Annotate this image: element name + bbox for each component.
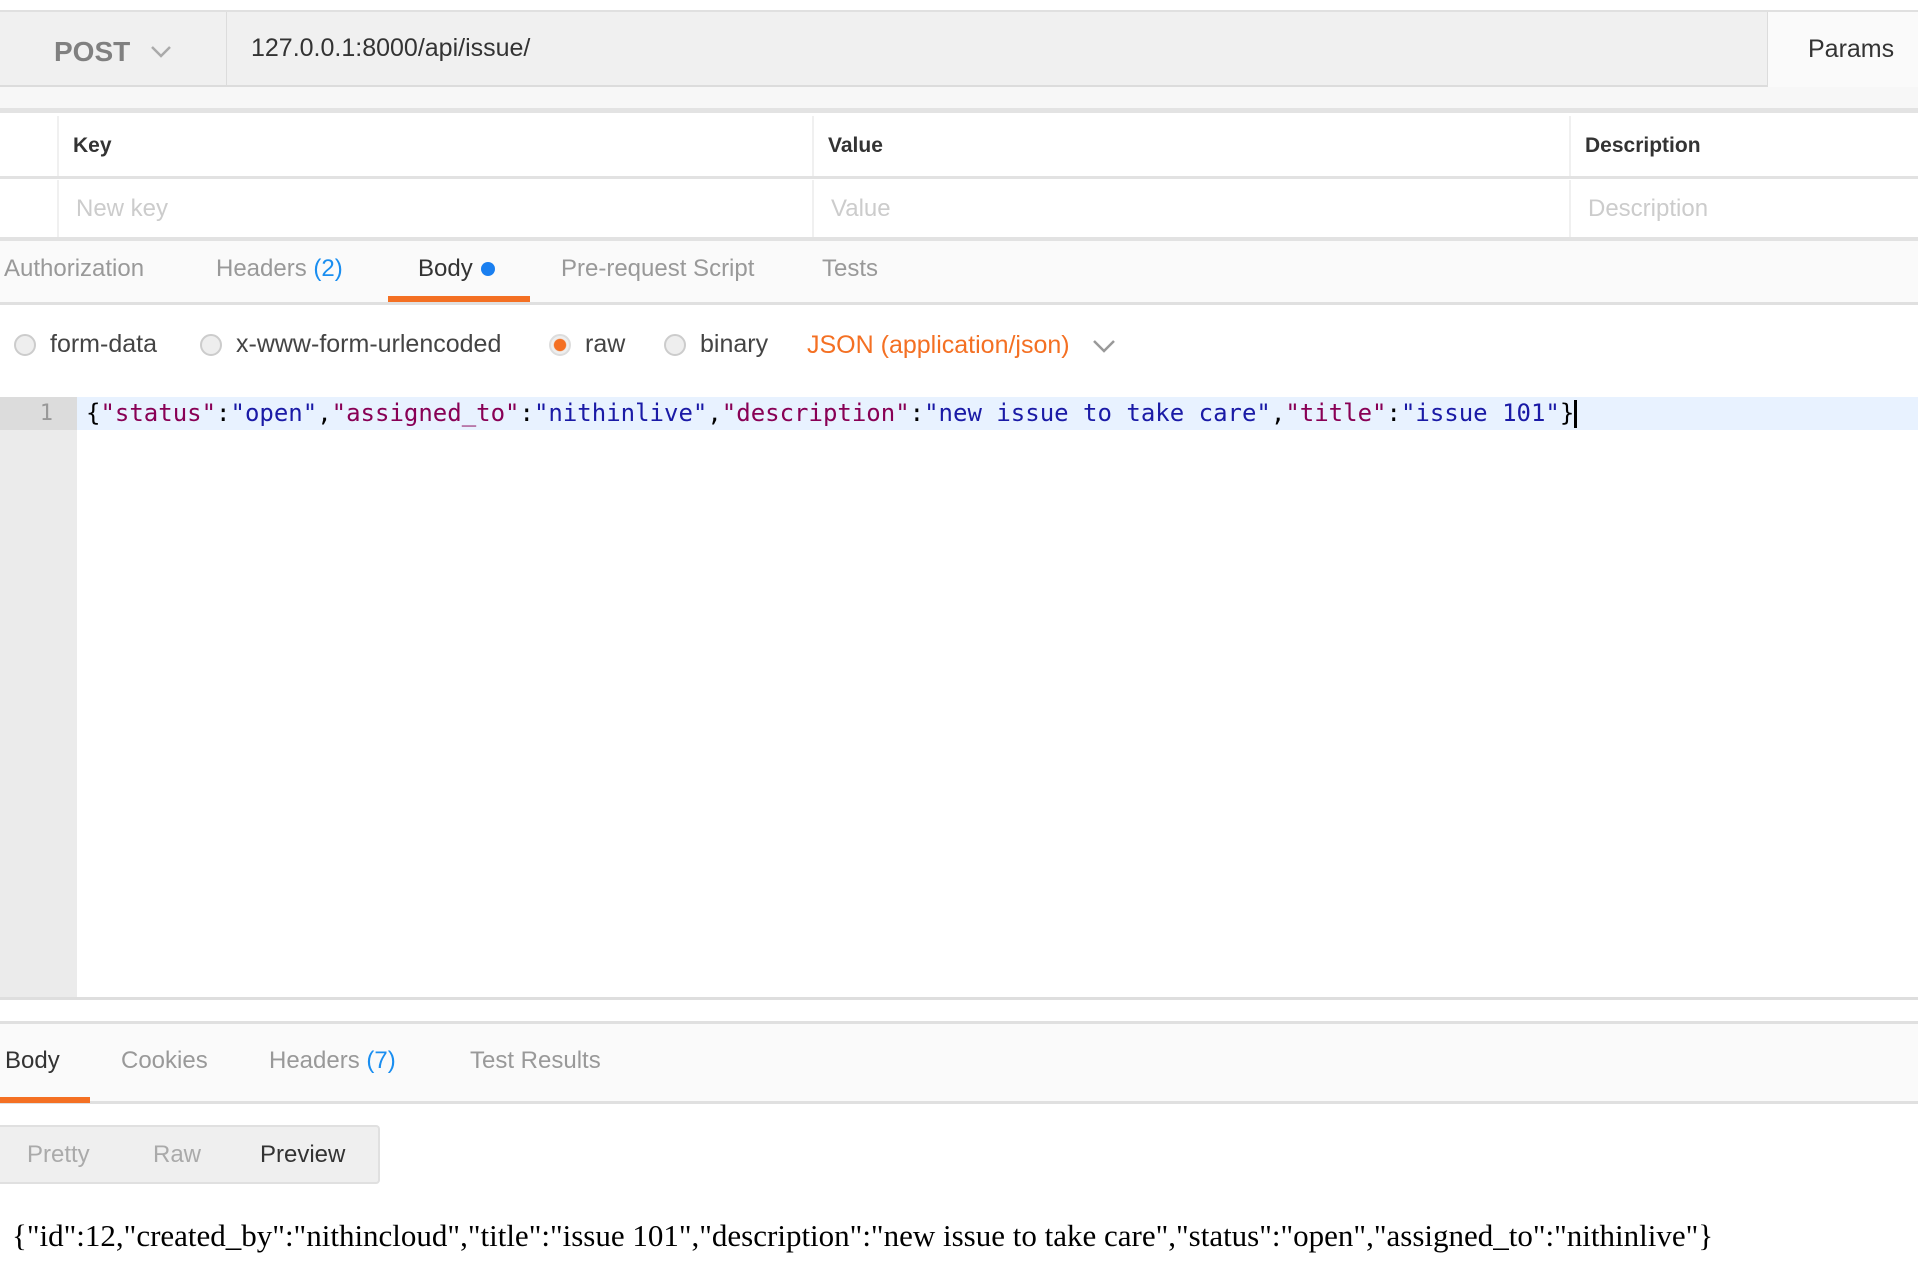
json-punctuation: : (909, 399, 925, 427)
content-type-label: JSON (application/json) (807, 331, 1070, 359)
divider (0, 87, 1918, 113)
params-button[interactable]: Params (1767, 12, 1918, 87)
radio-selected-icon (549, 333, 571, 356)
method-label: POST (54, 36, 131, 67)
radio-label: x-www-form-urlencoded (236, 330, 502, 358)
view-mode-toggle: Pretty Raw Preview (0, 1125, 380, 1184)
radio-label: raw (585, 330, 626, 358)
code-editor[interactable]: 1 {"status":"open","assigned_to":"nithin… (0, 397, 1918, 1000)
value-input[interactable]: Value (812, 180, 1569, 237)
tab-headers[interactable]: Headers (2) (216, 255, 343, 283)
tab-label: Headers (216, 255, 307, 282)
response-tab-body[interactable]: Body (5, 1047, 60, 1075)
line-gutter (0, 397, 77, 997)
json-string: "nithinlive" (533, 399, 708, 427)
tab-label: Tests (822, 255, 879, 282)
response-tabs: Body Cookies Headers (7) Test Results (0, 1021, 1918, 1104)
view-pretty-button[interactable]: Pretty (27, 1141, 90, 1169)
params-new-row: New key Value Description (0, 180, 1918, 241)
tab-label: Headers (269, 1047, 360, 1074)
code-text: {"status":"open","assigned_to":"nithinli… (86, 399, 1574, 427)
json-punctuation: , (1270, 399, 1286, 427)
tab-tests[interactable]: Tests (822, 255, 878, 283)
radio-icon (200, 333, 222, 356)
json-punctuation: } (1559, 399, 1575, 427)
radio-raw[interactable]: raw (549, 330, 625, 359)
radio-icon (664, 333, 686, 356)
response-tab-cookies[interactable]: Cookies (121, 1047, 208, 1075)
value-header: Value (812, 116, 1583, 176)
new-key-input[interactable]: New key (57, 180, 812, 237)
radio-label: form-data (50, 330, 157, 358)
json-string: "open" (230, 399, 318, 427)
headers-count: (2) (313, 255, 343, 282)
tab-body[interactable]: Body (418, 255, 495, 283)
divider (226, 12, 227, 87)
request-bar: POST 127.0.0.1:8000/api/issue/ Params (0, 10, 1918, 87)
radio-x-www-form-urlencoded[interactable]: x-www-form-urlencoded (200, 330, 501, 359)
request-tabs: Authorization Headers (2) Body Pre-reque… (0, 241, 1918, 305)
json-key: "assigned_to" (331, 399, 520, 427)
json-punctuation: : (519, 399, 534, 427)
json-key: "description" (721, 399, 910, 427)
params-header-row: Key Value Description (0, 116, 1918, 179)
json-punctuation: : (1386, 399, 1401, 427)
line-number: 1 (0, 397, 77, 430)
modified-dot-icon (480, 262, 495, 276)
radio-form-data[interactable]: form-data (14, 330, 157, 359)
radio-icon (14, 333, 36, 356)
text-cursor (1574, 400, 1578, 428)
tab-pre-request-script[interactable]: Pre-request Script (561, 255, 754, 283)
description-header: Description (1569, 116, 1918, 176)
active-tab-indicator (0, 1097, 90, 1103)
key-header: Key (57, 116, 826, 176)
headers-count: (7) (366, 1047, 396, 1074)
url-input[interactable]: 127.0.0.1:8000/api/issue/ (251, 34, 530, 63)
tab-label: Body (418, 255, 473, 282)
radio-binary[interactable]: binary (664, 330, 768, 359)
json-punctuation: : (216, 399, 231, 427)
tab-label: Authorization (4, 255, 145, 282)
tab-authorization[interactable]: Authorization (4, 255, 144, 283)
json-punctuation: { (86, 399, 101, 427)
json-punctuation: , (707, 399, 722, 427)
response-tab-headers[interactable]: Headers (7) (269, 1047, 396, 1075)
code-line[interactable]: {"status":"open","assigned_to":"nithinli… (86, 397, 1578, 430)
content-type-select[interactable]: JSON (application/json) (807, 331, 1116, 360)
json-string: "issue 101" (1400, 399, 1560, 427)
response-body: {"id":12,"created_by":"nithincloud","tit… (12, 1218, 1714, 1253)
view-raw-button[interactable]: Raw (153, 1141, 201, 1169)
json-key: "status" (100, 399, 217, 427)
method-select[interactable]: POST (54, 36, 172, 68)
chevron-down-icon (1092, 339, 1115, 353)
json-key: "title" (1285, 399, 1387, 427)
tab-label: Pre-request Script (561, 255, 755, 282)
chevron-down-icon (151, 46, 172, 58)
response-tab-test-results[interactable]: Test Results (470, 1047, 601, 1075)
view-preview-button[interactable]: Preview (260, 1141, 345, 1169)
description-input[interactable]: Description (1569, 180, 1918, 237)
json-string: "new issue to take care" (924, 399, 1271, 427)
radio-label: binary (700, 330, 769, 358)
json-punctuation: , (317, 399, 332, 427)
active-tab-indicator (388, 296, 530, 302)
